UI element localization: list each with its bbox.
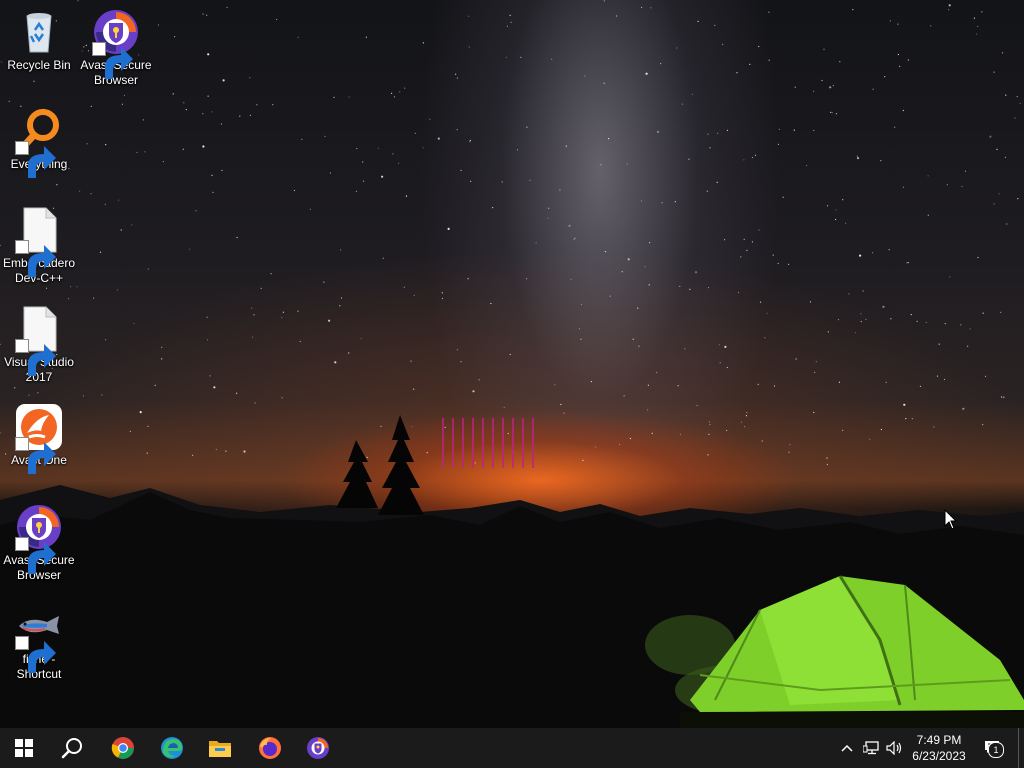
taskbar: 7:49 PM 6/23/2023 1 — [0, 728, 1024, 768]
desktop-icon-avast-secure-browser-2[interactable]: Avast Secure Browser — [1, 503, 77, 583]
taskbar-edge-button[interactable] — [148, 728, 196, 768]
desktop-icon-recycle-bin[interactable]: Recycle Bin — [1, 8, 77, 73]
desktop-icon-visual-studio-2017[interactable]: Visual Studio 2017 — [1, 305, 77, 385]
desktop[interactable]: Recycle Bin Avast Secure Browser Everyth… — [0, 0, 1024, 728]
desktop-icon-fishe-shortcut[interactable]: fishe - Shortcut — [1, 602, 77, 682]
show-hidden-icons-button[interactable] — [836, 728, 858, 768]
edge-icon — [161, 737, 183, 759]
show-desktop-button[interactable] — [1018, 728, 1024, 768]
action-center-button[interactable]: 1 — [980, 728, 1006, 768]
mouse-cursor-icon — [944, 509, 958, 530]
desktop-icon-avast-secure-browser[interactable]: Avast Secure Browser — [78, 8, 154, 88]
start-button[interactable] — [0, 728, 48, 768]
chrome-icon — [111, 737, 134, 759]
network-icon — [863, 741, 879, 755]
taskbar-chrome-button[interactable] — [99, 728, 147, 768]
file-explorer-icon — [209, 741, 231, 757]
shortcut-arrow-icon — [92, 42, 133, 79]
avast-one-icon — [15, 403, 63, 474]
recycle-bin-icon — [15, 8, 63, 56]
shortcut-arrow-icon — [15, 240, 56, 277]
wallpaper-landscape — [0, 415, 1024, 728]
avast-secure-browser-icon — [15, 503, 63, 574]
blank-file-icon — [15, 305, 63, 376]
taskbar-clock[interactable]: 7:49 PM 6/23/2023 — [904, 728, 974, 768]
display-glitch-artifact — [442, 418, 534, 468]
chevron-up-icon — [841, 744, 853, 752]
volume-button[interactable] — [884, 728, 906, 768]
windows-start-icon — [15, 739, 33, 757]
everything-search-icon — [15, 107, 63, 178]
search-button[interactable] — [48, 728, 96, 768]
shortcut-arrow-icon — [15, 339, 56, 376]
network-button[interactable] — [860, 728, 882, 768]
clock-time: 7:49 PM — [916, 733, 962, 747]
search-icon — [61, 738, 82, 759]
desktop-icon-label: Recycle Bin — [7, 58, 71, 72]
notification-count-badge: 1 — [988, 742, 1004, 758]
desktop-icon-embarcadero-dev-cpp[interactable]: Embarcadero Dev-C++ — [1, 206, 77, 286]
taskbar-avast-secure-browser-button[interactable] — [294, 728, 342, 768]
volume-icon — [886, 741, 902, 755]
clock-date: 6/23/2023 — [912, 749, 966, 763]
avast-secure-browser-icon — [307, 737, 329, 759]
shortcut-arrow-icon — [15, 537, 56, 574]
avast-secure-browser-icon — [92, 8, 140, 79]
shortcut-arrow-icon — [15, 141, 56, 178]
desktop-icon-avast-one[interactable]: Avast One — [1, 403, 77, 474]
desktop-icon-everything[interactable]: Everything — [1, 107, 77, 178]
fish-icon — [15, 602, 63, 673]
shortcut-arrow-icon — [15, 437, 56, 474]
taskbar-file-explorer-button[interactable] — [196, 728, 244, 768]
firefox-icon — [259, 737, 281, 759]
blank-file-icon — [15, 206, 63, 277]
taskbar-firefox-button[interactable] — [246, 728, 294, 768]
shortcut-arrow-icon — [15, 636, 56, 673]
